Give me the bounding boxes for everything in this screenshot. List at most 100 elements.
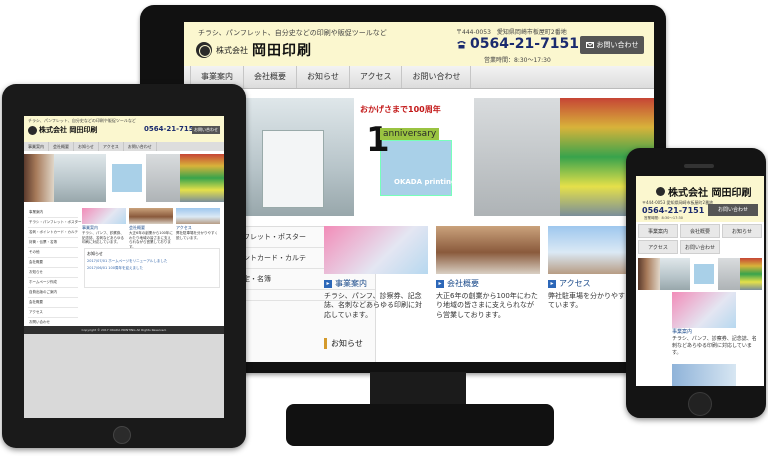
hero-image-copier: [242, 98, 354, 216]
monitor-stand-neck: [370, 372, 466, 408]
tablet-logo[interactable]: 株式会社 岡田印刷: [28, 125, 97, 135]
tablet-card-company-text: 大正6年の創業から100年にわたり地域の皆さまに支えられながら営業しております。: [129, 231, 173, 249]
phone-number-text: 0564-21-7151: [470, 36, 580, 52]
phone-hero: [638, 258, 762, 290]
tablet-hero-copier: [54, 154, 106, 202]
tablet-side-item[interactable]: 名刺・ポイントカード・カルテ: [28, 228, 78, 238]
card-services-title: 事業案内: [335, 279, 367, 288]
tablet-side-item[interactable]: お知らせ: [28, 268, 78, 278]
phone-home-button: [688, 392, 712, 416]
tablet-screen: チラシ、パンフレット、自分史などの印刷や販促ツールなど 株式会社 岡田印刷 05…: [24, 116, 224, 418]
tablet-side-item[interactable]: 自費出版のご案内: [28, 288, 78, 298]
nav-item-contact[interactable]: お問い合わせ: [402, 66, 472, 88]
anniversary-word: anniversary: [380, 128, 440, 140]
card-company[interactable]: ▸ 会社概要 大正6年の創業から100年にわたり地域の皆さまに支えられながら営業…: [436, 226, 540, 320]
company-seal-icon: [196, 42, 212, 58]
global-nav: 事業案内 会社概要 お知らせ アクセス お問い合わせ: [184, 66, 654, 89]
tablet-footer: Copyright © 2017 OKADA PRINTING All Righ…: [24, 326, 224, 334]
tablet-news-item[interactable]: 2017/07/01 ホームページをリニューアルしました: [87, 259, 217, 264]
tablet-nav-access[interactable]: アクセス: [99, 142, 124, 151]
monitor-stand-base: [286, 404, 554, 446]
hero-slider: おかげさまで100周年 1 anniversary OKADA printing: [184, 98, 654, 216]
tablet-news-heading: お知らせ: [87, 251, 103, 256]
phone-card-next-image: [672, 364, 736, 386]
card-company-image: [436, 226, 540, 274]
arrow-right-icon: ▸: [548, 279, 556, 288]
site-logo[interactable]: 株式会社 岡田印刷: [196, 40, 312, 60]
tablet-empty-area: [24, 334, 224, 418]
arrow-right-icon: ▸: [324, 279, 332, 288]
phone-nav-company[interactable]: 会社概要: [680, 224, 720, 238]
tablet-sidebar: 事業案内 チラシ・パンフレット・ポスター 名刺・ポイントカード・カルテ 封筒・伝…: [28, 208, 82, 338]
tablet-card-services[interactable]: 事業案内 チラシ、パンフ、診察券、記念誌、名刺などあらゆる印刷に対応しています。: [82, 208, 126, 245]
tablet-card-access-image: [176, 208, 220, 224]
mail-icon: [585, 42, 594, 48]
phone-speaker: [684, 164, 714, 168]
tablet-news-box: お知らせ 2017/07/01 ホームページをリニューアルしました 2017/0…: [84, 248, 220, 288]
logo-company-type: 株式会社: [216, 45, 248, 55]
card-company-title-row: ▸ 会社概要: [436, 278, 540, 289]
phone-logo-text: 株式会社 岡田印刷: [668, 188, 752, 199]
phone-nav-services[interactable]: 事業案内: [638, 224, 678, 238]
tablet-card-services-image: [82, 208, 126, 224]
tablet-side-item[interactable]: 会社概要: [28, 258, 78, 268]
tablet-card-services-text: チラシ、パンフ、診察券、記念誌、名刺などあらゆる印刷に対応しています。: [82, 231, 124, 245]
phone-hours: 営業時間：8:30〜17:30: [644, 216, 683, 220]
news-heading: お知らせ: [324, 338, 651, 349]
phone-hero-shop: [638, 258, 660, 290]
tablet-logo-text: 株式会社 岡田印刷: [39, 125, 98, 134]
tablet-side-item[interactable]: 事業案内: [28, 208, 78, 218]
desktop-screen: チラシ、パンフレット、自分史などの印刷や販促ツールなど 株式会社 岡田印刷 〒4…: [184, 22, 654, 362]
tablet-nav-services[interactable]: 事業案内: [24, 142, 49, 151]
nav-item-company[interactable]: 会社概要: [244, 66, 297, 88]
tablet-tagline: チラシ、パンフレット、自分史などの印刷や販促ツールなど: [28, 118, 136, 123]
phone-number[interactable]: 0564-21-7151: [642, 206, 704, 215]
phone-card-title[interactable]: 事業案内: [672, 328, 692, 335]
anniversary-brand: OKADA printing: [394, 178, 457, 186]
phone-header: 株式会社 岡田印刷 〒444-0053 愛知県岡崎市板屋町2番地 0564-21…: [636, 176, 764, 222]
tablet-side-item[interactable]: その他: [28, 248, 78, 258]
tablet-nav-company[interactable]: 会社概要: [49, 142, 74, 151]
tablet-nav-news[interactable]: お知らせ: [74, 142, 99, 151]
tablet-side-item[interactable]: 封筒・伝票・名簿: [28, 238, 78, 248]
tablet-card-company[interactable]: 会社概要 大正6年の創業から100年にわたり地域の皆さまに支えられながら営業して…: [129, 208, 173, 249]
contact-button-label: お問い合わせ: [596, 41, 639, 49]
phone-contact-button[interactable]: お問い合わせ: [708, 204, 758, 216]
anniversary-logo-box: [380, 140, 452, 196]
company-seal-icon: [656, 187, 665, 196]
card-services-title-row: ▸ 事業案内: [324, 278, 428, 289]
phone-number[interactable]: 0564-21-7151: [456, 36, 579, 52]
tablet-news-item[interactable]: 2017/06/01 100周年を迎えました: [87, 266, 217, 271]
phone-hero-rollers: [740, 258, 762, 290]
hero-image-cutter: [474, 98, 560, 216]
tablet-side-item[interactable]: ホームページ作成: [28, 278, 78, 288]
phone-nav-news[interactable]: お知らせ: [722, 224, 762, 238]
tablet-side-item[interactable]: アクセス: [28, 308, 78, 318]
phone-hero-anniversary: [690, 258, 718, 290]
phone-logo[interactable]: 株式会社 岡田印刷: [656, 184, 751, 199]
tablet-card-access[interactable]: アクセス 弊社駐車場を分かりやすく説しています。: [176, 208, 220, 240]
nav-item-access[interactable]: アクセス: [350, 66, 403, 88]
phone-card-image[interactable]: [672, 292, 736, 328]
phone-nav-contact[interactable]: お問い合わせ: [680, 240, 720, 254]
card-services[interactable]: ▸ 事業案内 チラシ、パンフ、診察券、記念誌、名刺などあらゆる印刷に対応していま…: [324, 226, 428, 320]
tablet-contact-button[interactable]: お問い合わせ: [192, 126, 220, 134]
site-tagline: チラシ、パンフレット、自分史などの印刷や販促ツールなど: [198, 29, 387, 37]
logo-company-name: 岡田印刷: [252, 43, 312, 59]
anniversary-number: 1: [366, 120, 390, 160]
phone-nav-access[interactable]: アクセス: [638, 240, 678, 254]
tablet-nav: 事業案内 会社概要 お知らせ アクセス お問い合わせ: [24, 142, 224, 151]
tablet-hero-shop: [24, 154, 54, 202]
tablet-nav-contact[interactable]: お問い合わせ: [124, 142, 157, 151]
tablet-card-access-text: 弊社駐車場を分かりやすく説しています。: [176, 231, 218, 240]
nav-item-news[interactable]: お知らせ: [297, 66, 350, 88]
anniversary-heading: おかげさまで100周年: [360, 105, 441, 114]
tablet-hero-rollers: [180, 154, 224, 202]
feature-cards: ▸ 事業案内 チラシ、パンフ、診察券、記念誌、名刺などあらゆる印刷に対応していま…: [324, 226, 654, 326]
contact-button[interactable]: お問い合わせ: [580, 36, 644, 54]
tablet-header: チラシ、パンフレット、自分史などの印刷や販促ツールなど 株式会社 岡田印刷 05…: [24, 116, 224, 142]
tablet-side-item[interactable]: 会社概要: [28, 298, 78, 308]
tablet-phone[interactable]: 0564-21-7151: [144, 125, 199, 133]
phone-anniversary-box: [694, 264, 714, 284]
tablet-side-item[interactable]: チラシ・パンフレット・ポスター: [28, 218, 82, 228]
